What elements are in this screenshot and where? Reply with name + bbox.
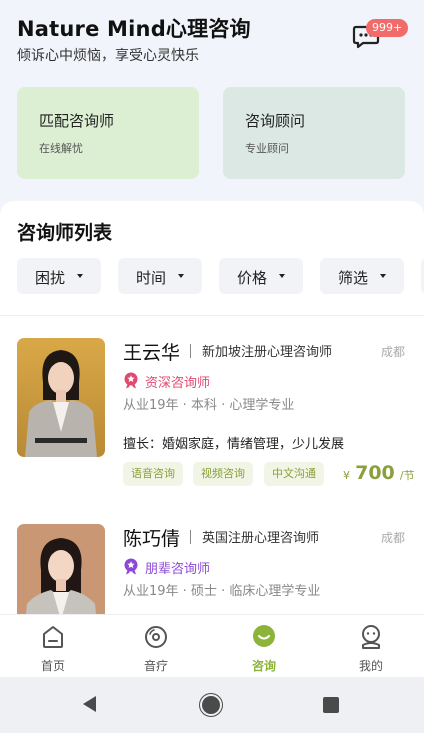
list-title: 咨询师列表 [17, 222, 113, 244]
price-unit: /节 [399, 469, 415, 482]
app-header: Nature Mind心理咨询 倾诉心中烦恼，享受心灵快乐 999+ 匹配咨询师… [0, 0, 424, 210]
price-currency: ¥ [343, 469, 350, 482]
tag-video-consult: 视频咨询 [193, 462, 253, 486]
counselor-meta: 从业19年 · 本科 · 心理学专业 [123, 398, 295, 413]
filter-label: 筛选 [338, 269, 369, 287]
match-counselor-card[interactable]: 匹配咨询师 在线解忧 [17, 87, 199, 179]
filter-label: 时间 [136, 269, 167, 287]
message-count-badge: 999+ [366, 19, 409, 37]
divider [190, 530, 191, 544]
counselor-certification: 新加坡注册心理咨询师 [202, 345, 333, 360]
filter-concern-dropdown[interactable]: 困扰 [17, 258, 101, 294]
consultant-title: 咨询顾问 [245, 112, 306, 130]
tab-label: 我的 [358, 659, 383, 673]
tab-home[interactable]: 首页 [0, 615, 106, 678]
home-circle-icon[interactable] [202, 696, 220, 714]
consultant-subtitle: 专业顾问 [245, 142, 289, 155]
profile-icon [362, 625, 380, 649]
tag-voice-consult: 语音咨询 [123, 462, 183, 486]
consultant-card[interactable]: 咨询顾问 专业顾问 [223, 87, 405, 179]
filter-label: 困扰 [35, 269, 66, 287]
filter-price-dropdown[interactable]: 价格 [219, 258, 303, 294]
counselor-row[interactable]: 陈巧倩 英国注册心理咨询师 成都 朋辈咨询师 从业19年 · 硕士 · 临床心理… [0, 524, 424, 621]
medal-icon [124, 558, 138, 575]
filter-label: 价格 [237, 269, 268, 287]
tab-label: 咨询 [251, 659, 276, 673]
recent-apps-icon[interactable] [323, 697, 339, 713]
counselor-name: 陈巧倩 [123, 528, 181, 550]
tab-sound-therapy[interactable]: 音疗 [103, 615, 209, 678]
filter-more-dropdown[interactable]: 筛选 [320, 258, 404, 294]
counselor-photo [17, 338, 105, 457]
tab-consult[interactable]: 咨询 [211, 615, 317, 678]
counselor-certification: 英国注册心理咨询师 [202, 531, 320, 546]
counselor-city: 成都 [381, 345, 406, 359]
caret-down-icon [380, 274, 386, 278]
counselor-row[interactable]: 王云华 新加坡注册心理咨询师 成都 资深咨询师 从业19年 · 本科 · 心理学… [0, 338, 424, 518]
level-label: 朋辈咨询师 [145, 562, 211, 577]
match-counselor-title: 匹配咨询师 [39, 112, 115, 130]
tab-profile[interactable]: 我的 [318, 615, 424, 678]
tab-label: 首页 [40, 659, 65, 673]
counselor-skills: 擅长：婚姻家庭，情绪管理，少儿发展 [123, 437, 345, 452]
medal-icon [124, 372, 138, 389]
app-title: Nature Mind心理咨询 [17, 17, 251, 41]
match-counselor-subtitle: 在线解忧 [39, 142, 83, 155]
counselor-list-panel: 咨询师列表 困扰 时间 价格 筛选 王云华 新加坡注册心理咨询师 成都 资深咨询… [0, 201, 424, 621]
divider [0, 315, 424, 316]
filter-time-dropdown[interactable]: 时间 [118, 258, 202, 294]
counselor-meta: 从业19年 · 硕士 · 临床心理学专业 [123, 584, 321, 599]
counselor-name: 王云华 [123, 342, 181, 364]
counselor-price: ¥ 700 /节 [343, 462, 415, 484]
counselor-photo [17, 524, 105, 621]
music-disc-icon [145, 626, 167, 648]
level-label: 资深咨询师 [145, 376, 211, 391]
system-navigation-bar [0, 677, 424, 733]
counselor-city: 成都 [381, 531, 406, 545]
bottom-tab-bar: 首页 音疗 咨询 我的 [0, 614, 424, 677]
app-subtitle: 倾诉心中烦恼，享受心灵快乐 [17, 48, 199, 64]
price-value: 700 [355, 462, 395, 484]
caret-down-icon [279, 274, 285, 278]
caret-down-icon [77, 274, 83, 278]
back-icon[interactable] [83, 696, 96, 712]
divider [190, 344, 191, 358]
home-icon [43, 626, 63, 648]
smile-icon [253, 625, 275, 647]
tab-label: 音疗 [143, 659, 168, 673]
tag-chinese: 中文沟通 [264, 462, 324, 486]
caret-down-icon [178, 274, 184, 278]
